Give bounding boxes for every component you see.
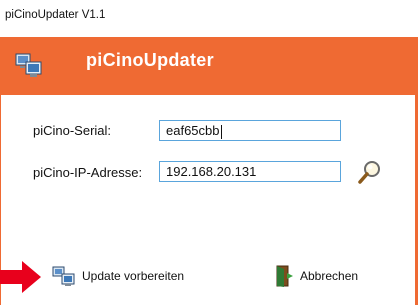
title-bar[interactable]: piCinoUpdater V1.1	[0, 0, 418, 37]
cancel-button[interactable]: Abbrechen	[274, 261, 358, 291]
window-title: piCinoUpdater V1.1	[5, 9, 106, 21]
prepare-update-label: Update vorbereiten	[82, 269, 185, 283]
serial-value: eaf65cbb	[166, 123, 220, 138]
header-title: piCinoUpdater	[86, 50, 214, 70]
ip-value: 192.168.20.131	[166, 164, 257, 179]
serial-label: piCino-Serial:	[33, 123, 112, 138]
exit-door-icon	[276, 265, 293, 287]
computers-network-icon	[52, 266, 75, 286]
magnifier-icon[interactable]	[356, 158, 384, 186]
red-arrow-annotation	[0, 261, 41, 293]
cancel-label: Abbrechen	[300, 269, 359, 283]
serial-input[interactable]: eaf65cbb	[159, 120, 341, 141]
updater-window: piCinoUpdater V1.1 piCinoUpdater piCino-…	[0, 0, 418, 305]
ip-input[interactable]: 192.168.20.131	[159, 161, 341, 182]
prepare-update-button[interactable]: Update vorbereiten	[52, 261, 184, 291]
ip-label: piCino-IP-Adresse:	[33, 165, 143, 180]
header-banner: piCinoUpdater	[0, 37, 418, 95]
computers-network-icon	[15, 53, 42, 77]
text-cursor	[220, 124, 222, 139]
